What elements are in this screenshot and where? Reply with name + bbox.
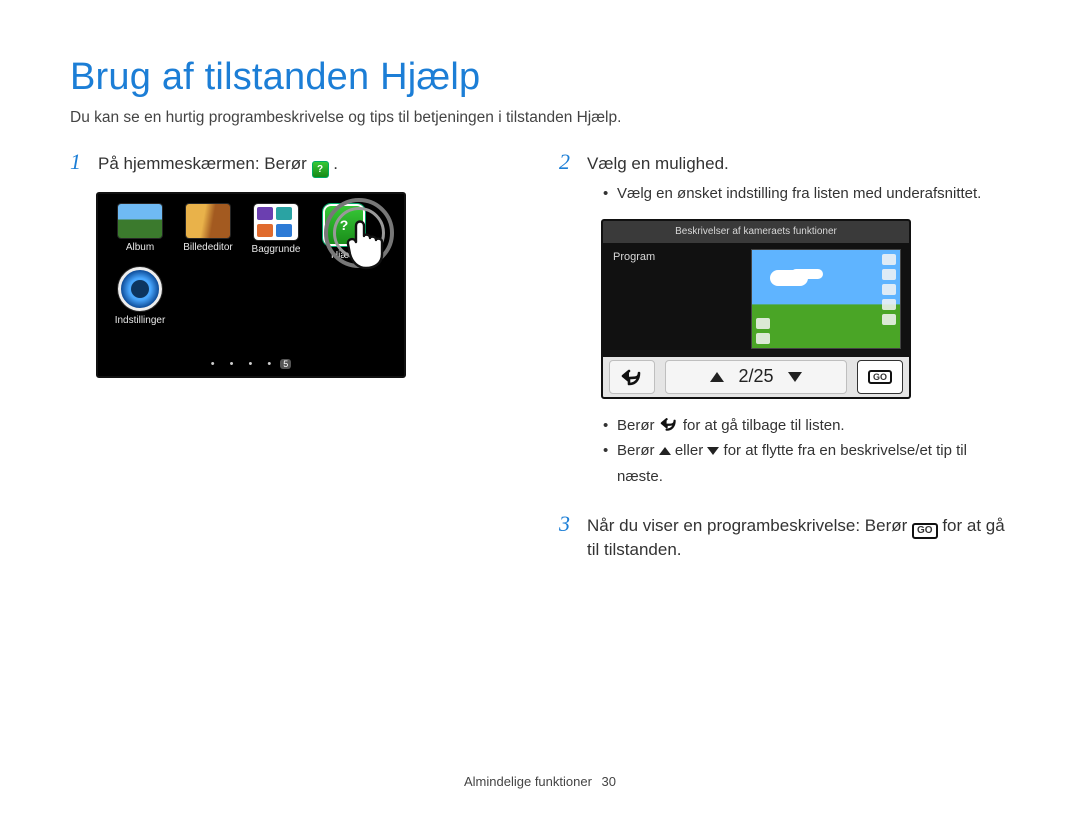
undo-icon [620,367,644,387]
triangle-down-icon [707,447,719,455]
home-item-settings[interactable]: Indstillinger [106,267,174,326]
home-label: Indstillinger [106,315,174,326]
home-label: Baggrunde [242,244,310,255]
mode-label: Program [613,251,655,263]
bullet-1: Berør for at gå tilbage til listen. [601,413,1010,439]
b2-mid: eller [675,442,708,459]
home-label: Album [106,242,174,253]
home-item-editor[interactable]: Billededitor [174,204,242,261]
step-3: 3 Når du viser en programbeskrivelse: Be… [559,511,1010,561]
page: { "title": "Brug af tilstanden Hjælp", "… [0,0,1080,815]
triangle-up-icon [659,447,671,455]
bgd-tile [257,207,273,220]
home-label: Billededitor [174,242,242,253]
editor-icon [186,204,230,238]
b2-pre: Berør [617,442,659,459]
footer-section: Almindelige funktioner [464,774,592,789]
bgd-tile [276,224,292,237]
bullet-list: Berør for at gå tilbage til listen. Berø… [601,413,1010,490]
step-number: 3 [559,511,577,537]
triangle-up-icon[interactable] [710,372,724,382]
page-stepper[interactable]: 2/25 [665,360,847,394]
album-icon [118,204,162,238]
back-button[interactable] [609,360,655,394]
help-icon: ? [312,161,329,178]
overlay-icons-left [756,318,770,344]
go-button[interactable]: GO [857,360,903,394]
go-icon: GO [912,523,938,539]
page-title: Brug af tilstanden Hjælp [70,56,1010,99]
col-left: 1 På hjemmeskærmen: Berør ? . Album B [70,149,521,561]
bullet-2: Berør eller for at flytte fra en beskriv… [601,438,1010,489]
step1-pre: På hjemmeskærmen: Berør [98,154,312,173]
bgd-tile [276,207,292,220]
col-right: 2 Vælg en mulighed. Vælg en ønsket indst… [559,149,1010,561]
columns: 1 På hjemmeskærmen: Berør ? . Album B [70,149,1010,561]
home-item-album[interactable]: Album [106,204,174,261]
step-number: 1 [70,149,88,175]
step2-sub: Vælg en ønsket indstilling fra listen me… [601,181,1010,207]
step1-post: . [333,154,338,173]
help-screen-body: Program [603,243,909,357]
step-text: På hjemmeskærmen: Berør ? . [98,153,338,178]
step-2: 2 Vælg en mulighed. [559,149,1010,175]
b1-pre: Berør [617,417,659,434]
triangle-down-icon[interactable] [788,372,802,382]
preview-thumbnail [751,249,901,349]
backgrounds-icon [254,204,298,240]
undo-icon [659,416,679,432]
footer: Almindelige funktioner 30 [0,774,1080,789]
settings-icon [118,267,162,311]
cloud-graphic [770,270,808,286]
home-screen: Album Billededitor Baggrunde [96,192,406,378]
help-screen-title: Beskrivelser af kameraets funktioner [603,221,909,243]
step-text: Når du viser en programbeskrivelse: Berø… [587,515,1010,561]
step3-pre: Når du viser en programbeskrivelse: Berø… [587,516,912,535]
step-1: 1 På hjemmeskærmen: Berør ? . [70,149,521,178]
step-number: 2 [559,149,577,175]
step-text: Vælg en mulighed. [587,153,729,175]
b1-post: for at gå tilbage til listen. [683,417,845,434]
bgd-tile [257,224,273,237]
overlay-icons-right [882,254,896,325]
step2-sublist: Vælg en ønsket indstilling fra listen me… [601,181,1010,207]
page-indicator[interactable]: • • • •5 [98,358,404,370]
home-item-backgrounds[interactable]: Baggrunde [242,204,310,261]
page-indicator-active: 5 [280,359,291,369]
page-counter: 2/25 [738,366,773,387]
footer-page: 30 [602,774,616,789]
help-screen: Beskrivelser af kameraets funktioner Pro… [601,219,911,399]
page-subtitle: Du kan se en hurtig programbeskrivelse o… [70,109,1010,127]
go-label: GO [868,370,892,384]
help-bottom-bar: 2/25 GO [603,357,909,397]
touch-gesture-icon [324,198,394,268]
